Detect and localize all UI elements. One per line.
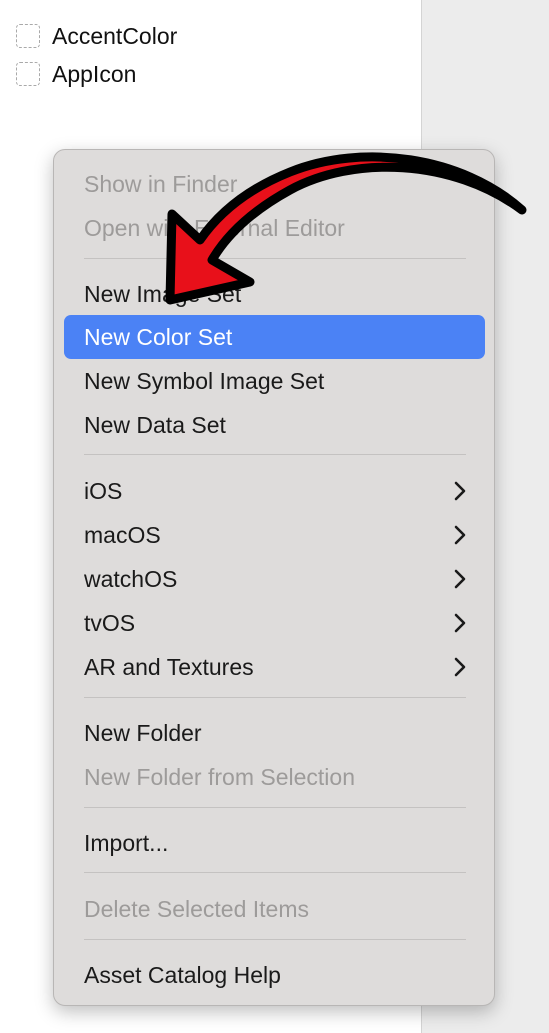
chevron-right-icon [454, 481, 466, 501]
menu-item-asset-catalog-help[interactable]: Asset Catalog Help [64, 953, 485, 997]
menu-item-macos[interactable]: macOS [64, 513, 485, 557]
menu-item-label: AR and Textures [84, 653, 254, 680]
menu-item-label: watchOS [84, 565, 178, 592]
image-set-placeholder-icon [16, 62, 40, 86]
menu-item-new-folder[interactable]: New Folder [64, 711, 485, 755]
menu-item-label: New Folder [84, 719, 202, 746]
menu-separator [84, 807, 466, 808]
menu-item-label: Asset Catalog Help [84, 961, 281, 988]
menu-item-open-external-editor: Open with External Editor [64, 206, 485, 250]
asset-item-accent-color[interactable]: AccentColor [16, 22, 177, 50]
menu-item-import[interactable]: Import... [64, 821, 485, 865]
chevron-right-icon [454, 657, 466, 677]
chevron-right-icon [454, 613, 466, 633]
context-menu: Show in Finder Open with External Editor… [53, 149, 495, 1006]
menu-item-watchos[interactable]: watchOS [64, 557, 485, 601]
asset-item-label: AccentColor [52, 22, 178, 49]
menu-separator [84, 258, 466, 259]
menu-item-label: macOS [84, 521, 161, 548]
menu-separator [84, 939, 466, 940]
menu-item-new-folder-from-selection: New Folder from Selection [64, 755, 485, 799]
menu-item-label: Delete Selected Items [84, 895, 310, 922]
menu-separator [84, 454, 466, 455]
menu-item-label: tvOS [84, 609, 136, 636]
menu-item-ios[interactable]: iOS [64, 469, 485, 513]
menu-item-show-in-finder: Show in Finder [64, 162, 485, 206]
menu-item-ar-and-textures[interactable]: AR and Textures [64, 645, 485, 689]
chevron-right-icon [454, 569, 466, 589]
menu-item-label: Show in Finder [84, 170, 238, 197]
menu-item-label: New Color Set [84, 323, 233, 350]
menu-item-delete-selected-items: Delete Selected Items [64, 887, 485, 931]
menu-separator [84, 697, 466, 698]
menu-item-new-image-set[interactable]: New Image Set [64, 272, 485, 316]
menu-item-label: New Data Set [84, 411, 226, 438]
asset-item-app-icon[interactable]: AppIcon [16, 60, 136, 88]
menu-item-label: Import... [84, 829, 169, 856]
menu-item-tvos[interactable]: tvOS [64, 601, 485, 645]
menu-item-new-symbol-image-set[interactable]: New Symbol Image Set [64, 359, 485, 403]
color-set-placeholder-icon [16, 24, 40, 48]
asset-item-label: AppIcon [52, 60, 137, 87]
chevron-right-icon [454, 525, 466, 545]
menu-item-label: iOS [84, 477, 123, 504]
menu-separator [84, 872, 466, 873]
menu-item-label: Open with External Editor [84, 214, 345, 241]
menu-item-new-data-set[interactable]: New Data Set [64, 403, 485, 447]
menu-item-label: New Image Set [84, 280, 242, 307]
menu-item-new-color-set[interactable]: New Color Set [64, 315, 485, 359]
menu-item-label: New Symbol Image Set [84, 367, 325, 394]
menu-item-label: New Folder from Selection [84, 763, 355, 790]
